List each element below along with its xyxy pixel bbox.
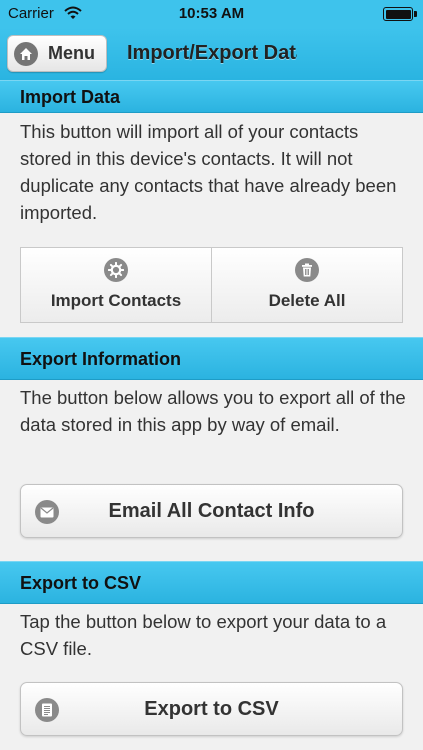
- section-header-export-info: Export Information: [0, 337, 423, 380]
- section-header-export-csv: Export to CSV: [0, 561, 423, 604]
- menu-button[interactable]: Menu: [7, 35, 107, 72]
- document-icon: [35, 698, 59, 722]
- email-all-contact-info-label: Email All Contact Info: [108, 499, 315, 522]
- menu-button-label: Menu: [48, 43, 95, 63]
- gear-icon: [104, 258, 128, 282]
- battery-icon: [383, 7, 417, 21]
- section-header-import: Import Data: [0, 80, 423, 113]
- home-icon: [14, 41, 38, 66]
- page-title: Import/Export Data: [127, 42, 297, 64]
- trash-icon: [295, 258, 319, 282]
- export-to-csv-button[interactable]: Export to CSV: [20, 682, 403, 736]
- export-csv-description: Tap the button below to export your data…: [20, 611, 387, 659]
- import-button-group: Import Contacts Delete All: [20, 247, 403, 323]
- export-info-description: The button below allows you to export al…: [20, 387, 406, 435]
- status-bar: Carrier 10:53 AM: [0, 0, 423, 28]
- import-contacts-button[interactable]: Import Contacts: [21, 248, 211, 322]
- clock: 10:53 AM: [178, 5, 245, 22]
- mail-icon: [35, 500, 59, 524]
- delete-all-label: Delete All: [268, 291, 346, 310]
- delete-all-button[interactable]: Delete All: [211, 248, 402, 322]
- import-contacts-label: Import Contacts: [50, 291, 182, 310]
- export-to-csv-label: Export to CSV: [144, 697, 279, 720]
- import-description: This button will import all of your cont…: [20, 121, 397, 223]
- email-all-contact-info-button[interactable]: Email All Contact Info: [20, 484, 403, 538]
- nav-bar: Menu Import/Export Data: [0, 28, 423, 80]
